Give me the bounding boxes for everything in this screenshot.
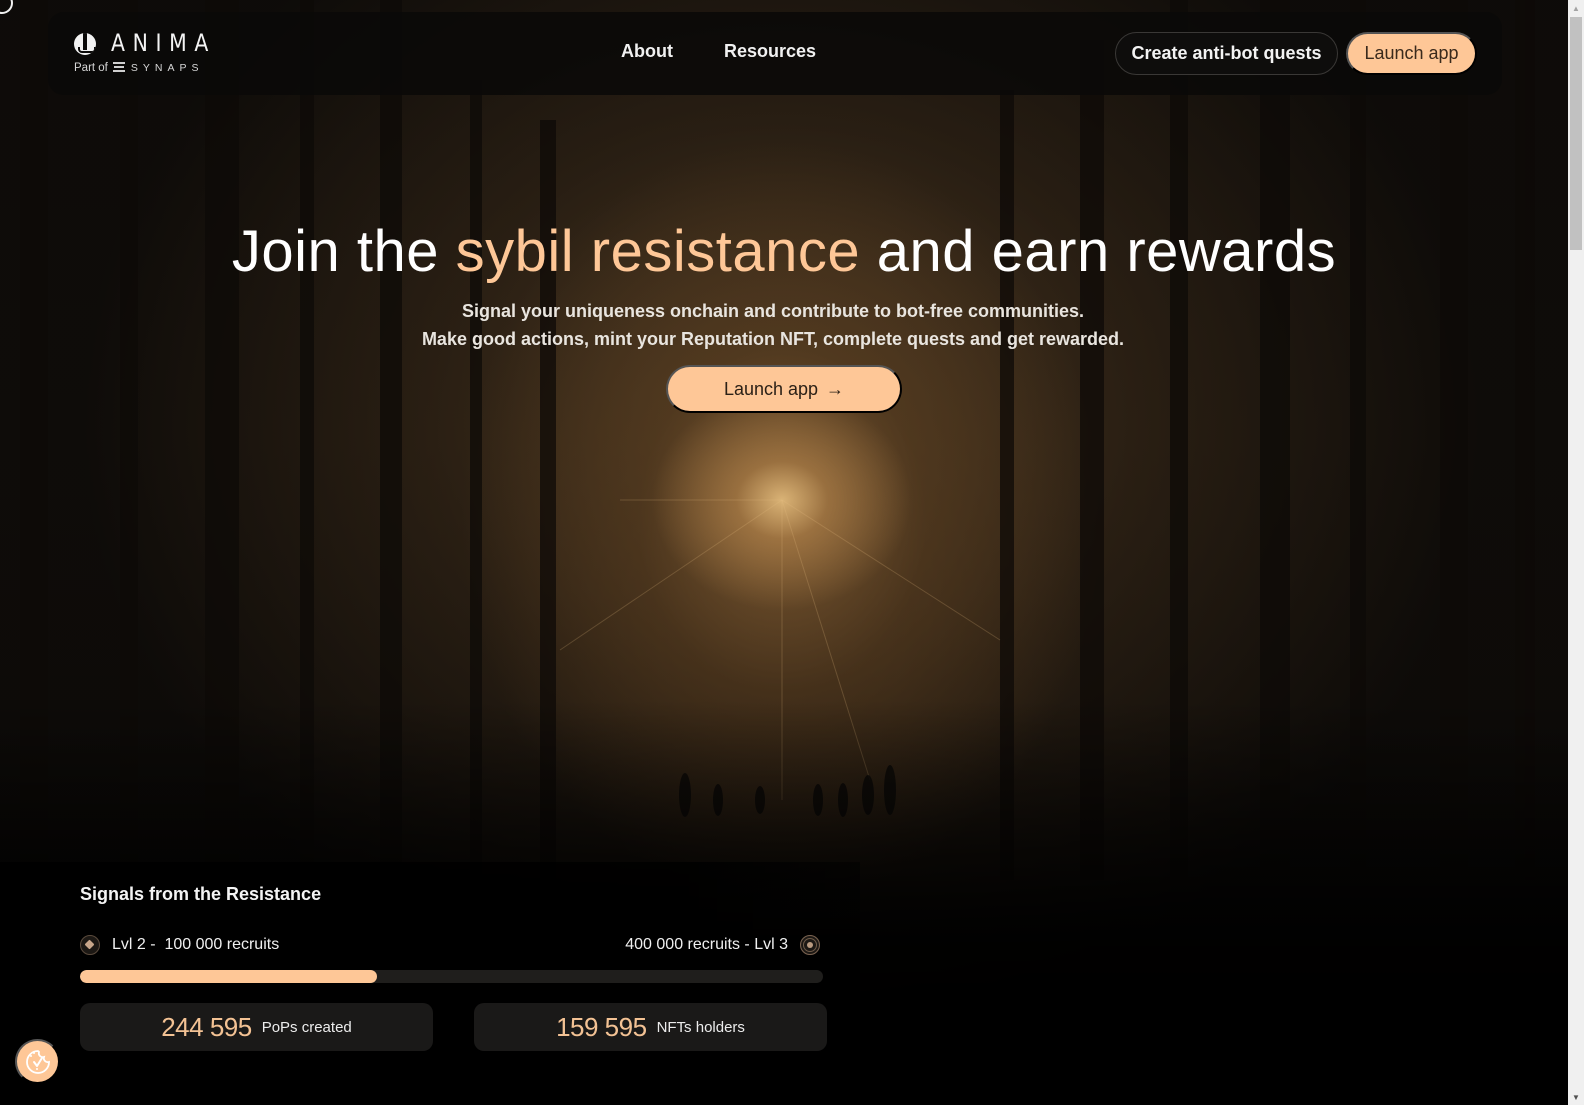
anima-logo-icon [74, 33, 96, 55]
hero-subtitle-line-2: Make good actions, mint your Reputation … [421, 329, 1125, 349]
next-level-text: 400 000 recruits - Lvl 3 [625, 936, 788, 953]
recruits-progress-fill [80, 970, 378, 983]
cookie-settings-button[interactable] [15, 1039, 60, 1084]
scrollbar-thumb[interactable] [1570, 17, 1582, 250]
arrow-right-icon: → [826, 378, 845, 399]
hero-subtitle-line-1: Signal your uniqueness onchain and contr… [461, 301, 1085, 321]
stat-card-nft-holders: 159 595 NFTs holders [474, 1003, 827, 1051]
scroll-up-arrow-icon[interactable]: ▲ [1568, 0, 1584, 16]
site-header: ANIMA Part of SYNAPS About Resources Crea… [48, 12, 1502, 95]
next-level-label: 400 000 recruits - Lvl 3 [625, 935, 820, 955]
stat-card-pops: 244 595 PoPs created [80, 1003, 433, 1051]
launch-app-hero-label: Launch app [723, 378, 819, 399]
level-3-badge-icon [800, 935, 820, 955]
partner-line: Part of SYNAPS [74, 62, 204, 74]
nav-link-about[interactable]: About [621, 41, 673, 62]
hero-title-accent: sybil resistance [455, 219, 861, 284]
nav-link-resources[interactable]: Resources [724, 41, 816, 62]
synaps-logo-icon [112, 62, 125, 72]
pops-label: PoPs created [261, 1018, 352, 1036]
launch-app-header-button[interactable]: Launch app [1346, 32, 1477, 75]
signals-section-title: Signals from the Resistance [80, 884, 322, 904]
hero-title: Join the sybil resistance and earn rewar… [0, 218, 1568, 285]
partner-prefix: Part of [74, 62, 108, 74]
scroll-down-arrow-icon[interactable]: ▼ [1568, 1089, 1584, 1105]
nft-holders-count: 159 595 [556, 1011, 647, 1042]
page-scrollbar[interactable]: ▲ ▼ [1568, 0, 1584, 1105]
hero-title-part2: and earn rewards [860, 219, 1337, 284]
nft-holders-label: NFTs holders [656, 1018, 745, 1036]
current-level-text: Lvl 2 - 100 000 recruits [112, 936, 280, 953]
launch-app-hero-button[interactable]: Launch app → [666, 365, 902, 413]
anima-wordmark: ANIMA [111, 29, 217, 57]
current-level-label: Lvl 2 - 100 000 recruits [80, 935, 279, 955]
anima-logo[interactable]: ANIMA Part of SYNAPS [74, 29, 217, 81]
synaps-wordmark: SYNAPS [130, 62, 204, 74]
hero-title-part1: Join the [231, 219, 456, 284]
hero-subtitle: Signal your uniqueness onchain and contr… [0, 297, 1546, 353]
level-2-badge-icon [80, 935, 100, 955]
page-viewport: ANIMA Part of SYNAPS About Resources Crea… [0, 0, 1568, 1105]
pops-count: 244 595 [161, 1011, 252, 1042]
recruits-progress-bar [80, 970, 823, 983]
cookie-check-icon [25, 1049, 50, 1074]
create-anti-bot-quests-button[interactable]: Create anti-bot quests [1115, 32, 1338, 75]
